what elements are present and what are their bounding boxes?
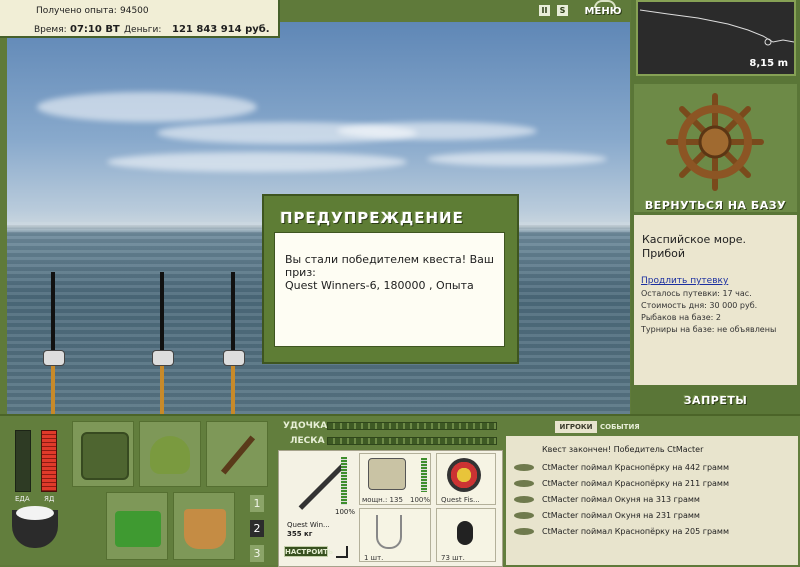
poison-meter xyxy=(41,430,57,492)
rod-slot[interactable]: Quest Win... 355 кг 100% xyxy=(281,453,355,560)
inventory-slot-tool[interactable] xyxy=(206,421,268,487)
rod-strength-bar xyxy=(327,422,497,430)
base-info-panel: Каспийское море. Прибой Продлить путевку… xyxy=(634,215,797,385)
player-info-panel: Получено опыта: 94500 Время: 07:10 ВТ Де… xyxy=(0,0,280,38)
reel-condition-bar xyxy=(421,458,427,492)
depth-value: 8,15 m xyxy=(749,58,788,69)
event-text: CtMacter поймал Краснопёрку на 205 грамм xyxy=(542,527,729,536)
money-value: 121 843 914 руб. xyxy=(172,24,270,35)
event-text: CtMacter поймал Краснопёрку на 211 грамм xyxy=(542,479,729,488)
fishing-rod-2[interactable] xyxy=(152,272,174,414)
inventory-slot-bag[interactable] xyxy=(72,421,134,487)
inventory-slot-net[interactable] xyxy=(139,421,201,487)
rod-condition-bar xyxy=(341,457,347,505)
ticket-remaining: Осталось путевки: 17 час. xyxy=(641,289,752,298)
bucket-icon xyxy=(184,509,226,549)
ship-wheel-icon xyxy=(666,93,764,191)
pause-button[interactable]: II xyxy=(539,5,550,16)
hook-slot[interactable]: 1 шт. xyxy=(359,508,431,562)
setup-button[interactable]: НАСТРОИТЬ xyxy=(284,546,333,557)
sound-button[interactable]: S xyxy=(557,5,568,16)
players-tab[interactable]: ИГРОКИ xyxy=(555,421,597,433)
bag-icon xyxy=(81,432,129,480)
dialog-line-1: Вы стали победителем квеста! Ваш приз: xyxy=(285,253,494,279)
hook-count: 1 шт. xyxy=(364,554,384,562)
event-text: CtMacter поймал Краснопёрку на 442 грамм xyxy=(542,463,729,472)
fish-icon xyxy=(514,528,534,535)
poison-label: ЯД xyxy=(44,495,55,503)
dialog-message: Вы стали победителем квеста! Ваш приз: Q… xyxy=(274,232,505,347)
ship-wheel-panel[interactable] xyxy=(634,84,797,212)
return-to-base-button[interactable]: ВЕРНУТЬСЯ НА БАЗУ xyxy=(634,199,797,212)
inventory-slot-bucket[interactable] xyxy=(173,492,235,560)
line-strength-bar xyxy=(327,437,497,445)
fish-icon xyxy=(514,480,534,487)
list-item: CtMacter поймал Краснопёрку на 211 грамм xyxy=(506,476,798,492)
page-button-2[interactable]: 2 xyxy=(250,520,264,537)
reel-icon xyxy=(43,350,65,366)
reel-icon xyxy=(223,350,245,366)
ant-icon xyxy=(457,521,473,545)
event-text: CtMacter поймал Окуня на 231 грамм xyxy=(542,511,700,520)
depth-profile: 8,15 m xyxy=(636,0,796,76)
food-label: ЕДА xyxy=(15,495,30,503)
fishing-rod-1[interactable] xyxy=(43,272,65,414)
reel-power: мощн.: 135 xyxy=(362,496,403,504)
extend-ticket-link[interactable]: Продлить путевку xyxy=(641,276,728,286)
dialog-line-2: Quest Winners-6, 180000 , Опыта xyxy=(285,279,474,292)
dialog-title: ПРЕДУПРЕЖДЕНИЕ xyxy=(280,209,464,227)
net-icon xyxy=(150,436,190,474)
bait-slot[interactable]: 73 шт. xyxy=(436,508,496,562)
rod-label: УДОЧКА xyxy=(283,421,328,431)
fish-icon xyxy=(514,512,534,519)
rod-percent: 100% xyxy=(335,508,356,516)
lure-icon xyxy=(447,458,481,492)
time-value: 07:10 ВТ xyxy=(70,24,120,35)
list-item: CtMacter поймал Окуня на 231 грамм xyxy=(506,508,798,524)
event-text: CtMacter поймал Окуня на 313 грамм xyxy=(542,495,700,504)
time-label: Время: xyxy=(34,25,67,35)
fish-icon xyxy=(514,496,534,503)
events-tab[interactable]: СОБЫТИЯ xyxy=(600,421,644,433)
tournaments-status: Турниры на базе: не объявлены xyxy=(641,325,777,334)
page-button-1[interactable]: 1 xyxy=(250,495,264,512)
fish-icon xyxy=(514,464,534,471)
fishing-rod-3[interactable] xyxy=(223,272,245,414)
bait-count: 73 шт. xyxy=(441,554,465,562)
reel-percent: 100% xyxy=(410,496,431,504)
tool-icon xyxy=(220,435,256,475)
basket-icon xyxy=(115,511,161,547)
list-item: CtMacter поймал Окуня на 313 грамм xyxy=(506,492,798,508)
events-header: Квест закончен! Победитель CtMacter xyxy=(542,445,704,454)
list-item: CtMacter поймал Краснопёрку на 205 грамм xyxy=(506,524,798,540)
list-item: CtMacter поймал Краснопёрку на 442 грамм xyxy=(506,460,798,476)
menu-button[interactable]: МЕНЮ xyxy=(582,6,624,19)
food-meter xyxy=(15,430,31,492)
rod-name: Quest Win... xyxy=(287,521,330,529)
exp-label: Получено опыта: xyxy=(36,6,117,16)
reel-icon xyxy=(368,458,406,490)
rod-weight: 355 кг xyxy=(287,530,313,538)
bans-button[interactable]: ЗАПРЕТЫ xyxy=(634,394,797,407)
money-label: Деньги: xyxy=(124,25,162,35)
anglers-count: Рыбаков на базе: 2 xyxy=(641,313,721,322)
lure-slot[interactable]: Quest Fis... xyxy=(436,453,496,505)
hook-icon xyxy=(376,515,402,549)
reel-slot[interactable]: мощн.: 135 100% xyxy=(359,453,431,505)
reel-icon xyxy=(152,350,174,366)
lure-name: Quest Fis... xyxy=(441,496,480,504)
line-label: ЛЕСКА xyxy=(290,436,325,446)
exp-value: 94500 xyxy=(120,6,149,16)
inventory-slot-basket[interactable] xyxy=(106,492,168,560)
arrow-icon xyxy=(336,546,348,558)
location-name: Каспийское море. Прибой xyxy=(642,233,747,260)
page-button-3[interactable]: 3 xyxy=(250,545,264,562)
events-panel: Квест закончен! Победитель CtMacter CtMa… xyxy=(506,436,798,565)
day-cost: Стоимость дня: 30 000 руб. xyxy=(641,301,758,310)
